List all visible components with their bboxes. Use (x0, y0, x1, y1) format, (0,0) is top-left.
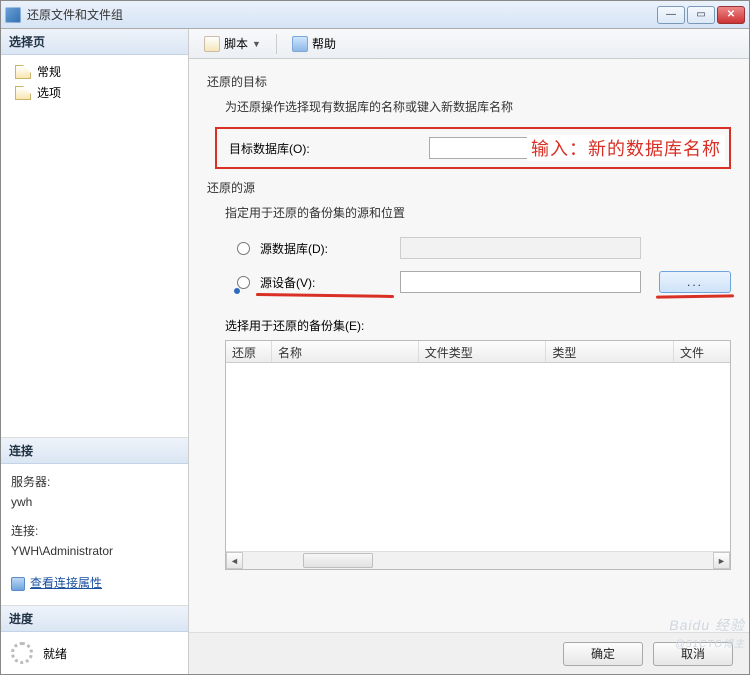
server-label: 服务器: (11, 472, 178, 492)
view-connection-props-link[interactable]: 查看连接属性 (11, 573, 102, 593)
source-device-input[interactable] (400, 271, 641, 293)
maximize-button[interactable]: ▭ (687, 6, 715, 24)
server-value: ywh (11, 492, 178, 512)
page-options[interactable]: 选项 (11, 82, 188, 103)
target-group-sub: 为还原操作选择现有数据库的名称或键入新数据库名称 (225, 98, 731, 115)
script-label: 脚本 (224, 35, 248, 52)
target-row: 目标数据库(O): (229, 137, 717, 159)
connection-body: 服务器: ywh 连接: YWH\Administrator 查看连接属性 (1, 464, 188, 605)
properties-icon (11, 577, 25, 591)
source-device-row: 源设备(V): ... (237, 271, 731, 293)
minimize-button[interactable]: — (657, 6, 685, 24)
spinner-icon (11, 642, 33, 664)
backupsets-table: 还原 名称 文件类型 类型 文件 ◄ ► (225, 340, 731, 570)
cancel-button[interactable]: 取消 (653, 642, 733, 666)
close-button[interactable]: ✕ (717, 6, 745, 24)
page-icon (15, 65, 31, 79)
col-filetype[interactable]: 文件类型 (419, 341, 547, 362)
col-restore[interactable]: 还原 (226, 341, 272, 362)
source-device-label: 源设备(V): (260, 274, 390, 291)
col-name[interactable]: 名称 (272, 341, 419, 362)
ok-button[interactable]: 确定 (563, 642, 643, 666)
target-db-label: 目标数据库(O): (229, 140, 429, 157)
page-general[interactable]: 常规 (11, 61, 188, 82)
target-highlight: 目标数据库(O): 输入：新的数据库名称 (215, 127, 731, 169)
browse-device-button[interactable]: ... (659, 271, 731, 293)
progress-section: 进度 就绪 (1, 605, 188, 674)
table-header: 还原 名称 文件类型 类型 文件 (226, 341, 730, 363)
target-db-combo[interactable] (429, 137, 717, 159)
help-icon (292, 36, 308, 52)
target-group-title: 还原的目标 (207, 73, 731, 90)
conn-label: 连接: (11, 521, 178, 541)
dialog-body: 选择页 常规 选项 连接 服务器: ywh 连接: YWH\Admin (1, 29, 749, 674)
cancel-label: 取消 (681, 645, 705, 662)
content-area: 还原的目标 为还原操作选择现有数据库的名称或键入新数据库名称 目标数据库(O):… (189, 59, 749, 632)
left-spacer (1, 109, 188, 437)
source-db-label: 源数据库(D): (260, 240, 390, 257)
select-page-header: 选择页 (1, 29, 188, 55)
progress-body: 就绪 (1, 632, 188, 674)
window-buttons: — ▭ ✕ (657, 6, 745, 24)
source-device-radio[interactable] (237, 276, 250, 289)
source-group-sub: 指定用于还原的备份集的源和位置 (225, 204, 731, 221)
conn-value: YWH\Administrator (11, 541, 178, 561)
source-group-title: 还原的源 (207, 179, 731, 196)
dialog-footer: 确定 取消 (189, 632, 749, 674)
backupsets-label: 选择用于还原的备份集(E): (225, 317, 731, 334)
scroll-left-button[interactable]: ◄ (226, 552, 243, 569)
page-tree: 常规 选项 (1, 55, 188, 109)
left-panel: 选择页 常规 选项 连接 服务器: ywh 连接: YWH\Admin (1, 29, 189, 674)
table-body[interactable] (226, 363, 730, 551)
progress-header: 进度 (1, 606, 188, 632)
help-label: 帮助 (312, 35, 336, 52)
window-title: 还原文件和文件组 (27, 6, 657, 23)
col-type[interactable]: 类型 (546, 341, 674, 362)
source-db-row: 源数据库(D): (237, 237, 731, 259)
scroll-thumb[interactable] (303, 553, 373, 568)
connection-header: 连接 (1, 438, 188, 464)
toolbar: 脚本 ▼ 帮助 (189, 29, 749, 59)
scroll-right-button[interactable]: ► (713, 552, 730, 569)
app-icon (5, 7, 21, 23)
progress-status: 就绪 (43, 645, 67, 662)
script-button[interactable]: 脚本 ▼ (197, 32, 268, 55)
toolbar-separator (276, 34, 277, 54)
script-icon (204, 36, 220, 52)
dialog-window: 还原文件和文件组 — ▭ ✕ 选择页 常规 选项 连接 (0, 0, 750, 675)
browse-label: ... (687, 275, 703, 289)
ok-label: 确定 (591, 645, 615, 662)
connection-section: 连接 服务器: ywh 连接: YWH\Administrator 查看连接属性 (1, 437, 188, 605)
view-connection-props-label: 查看连接属性 (30, 573, 102, 593)
chevron-down-icon: ▼ (252, 39, 261, 49)
help-button[interactable]: 帮助 (285, 32, 343, 55)
page-general-label: 常规 (37, 63, 61, 80)
page-icon (15, 86, 31, 100)
source-db-input (400, 237, 641, 259)
horizontal-scrollbar[interactable]: ◄ ► (226, 551, 730, 569)
page-options-label: 选项 (37, 84, 61, 101)
scroll-track[interactable] (243, 552, 713, 569)
right-panel: 脚本 ▼ 帮助 还原的目标 为还原操作选择现有数据库的名称或键入新数据库名称 目… (189, 29, 749, 674)
col-file[interactable]: 文件 (674, 341, 730, 362)
titlebar: 还原文件和文件组 — ▭ ✕ (1, 1, 749, 29)
source-db-radio[interactable] (237, 242, 250, 255)
